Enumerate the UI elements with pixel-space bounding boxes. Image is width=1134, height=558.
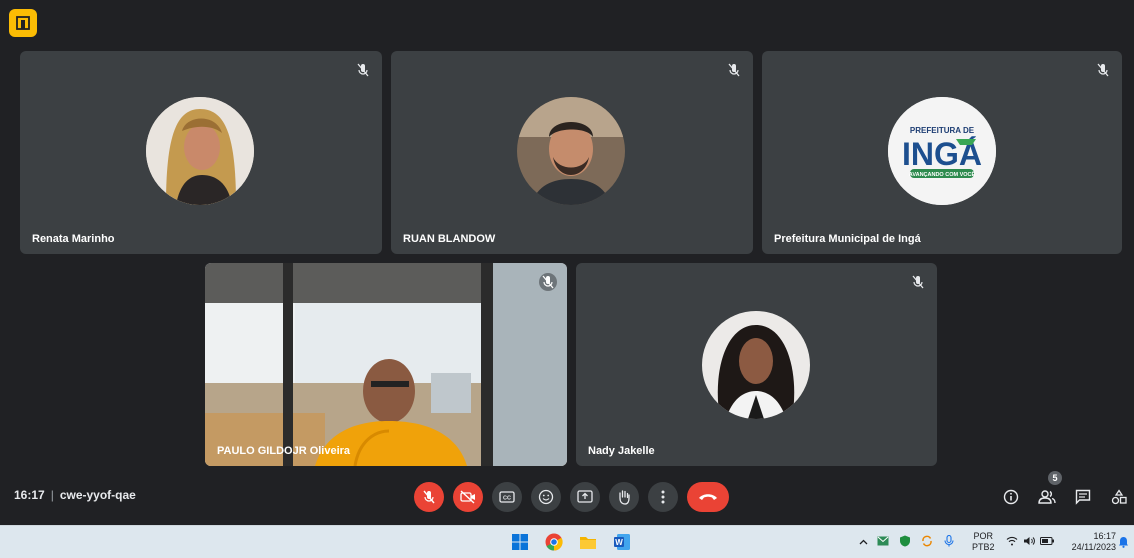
security-shield-icon[interactable]: [894, 535, 916, 550]
emoji-icon: [538, 489, 554, 505]
participant-tile-paulo[interactable]: PAULO GILDOJR Oliveira: [205, 263, 567, 466]
clock-date: 24/11/2023: [1071, 542, 1116, 552]
notification-bell-icon[interactable]: [1115, 533, 1131, 551]
windows-start-icon[interactable]: [509, 531, 531, 553]
participant-name: Nady Jakelle: [588, 445, 655, 457]
svg-text:W: W: [615, 538, 623, 547]
chevron-up-icon[interactable]: [854, 537, 872, 548]
battery-icon: [1038, 536, 1056, 548]
people-count-badge: 5: [1048, 471, 1062, 485]
more-options-icon: [661, 490, 665, 504]
avatar-prefeitura-logo: PREFEITURA DE INGÁ AVANÇANDO COM VOCÊ: [888, 97, 996, 205]
camera-toggle-button[interactable]: [453, 482, 483, 512]
avatar-nady: [702, 311, 810, 419]
meeting-time: 16:17: [14, 488, 45, 502]
end-call-icon: [699, 494, 717, 500]
chat-button[interactable]: [1073, 487, 1093, 507]
present-screen-button[interactable]: [570, 482, 600, 512]
mic-muted-icon: [539, 273, 557, 291]
more-options-button[interactable]: [648, 482, 678, 512]
svg-text:CC: CC: [503, 496, 511, 502]
people-icon: [1038, 490, 1056, 504]
raise-hand-button[interactable]: [609, 482, 639, 512]
participant-tile-ruan[interactable]: RUAN BLANDOW: [391, 51, 753, 254]
meeting-info: 16:17 | cwe-yyof-qae: [14, 488, 136, 502]
layout-code: PTB2: [972, 542, 995, 552]
avatar-ruan: [517, 97, 625, 205]
activities-button[interactable]: [1109, 487, 1129, 507]
mic-toggle-button[interactable]: [414, 482, 444, 512]
svg-text:PREFEITURA DE: PREFEITURA DE: [910, 126, 975, 135]
mic-muted-icon: [725, 61, 743, 79]
meeting-code[interactable]: cwe-yyof-qae: [60, 488, 136, 502]
meeting-app-icon[interactable]: [9, 9, 37, 37]
mic-muted-icon: [1094, 61, 1112, 79]
keyboard-language[interactable]: POR PTB2: [972, 531, 995, 553]
participant-tile-nady[interactable]: Nady Jakelle: [576, 263, 937, 466]
chrome-browser-icon[interactable]: [543, 531, 565, 553]
present-icon: [577, 490, 593, 503]
chat-icon: [1075, 489, 1091, 505]
file-explorer-icon[interactable]: [577, 531, 599, 553]
status-icons[interactable]: [1004, 526, 1056, 558]
clock-time: 16:17: [1093, 531, 1116, 541]
meeting-separator: |: [50, 488, 54, 502]
mic-off-icon: [423, 490, 435, 504]
word-app-icon[interactable]: W: [611, 531, 633, 553]
participant-name: PAULO GILDOJR Oliveira: [217, 445, 351, 457]
system-clock[interactable]: 16:17 24/11/2023: [1072, 531, 1116, 553]
system-tray: [854, 526, 960, 558]
control-bar: 16:17 | cwe-yyof-qae CC: [0, 475, 1134, 519]
meeting-details-button[interactable]: [1001, 487, 1021, 507]
wifi-icon: [1004, 536, 1020, 549]
info-icon: [1003, 489, 1019, 505]
participant-tile-prefeitura[interactable]: PREFEITURA DE INGÁ AVANÇANDO COM VOCÊ Pr…: [762, 51, 1122, 254]
people-button[interactable]: [1037, 487, 1057, 507]
sync-icon[interactable]: [916, 535, 938, 550]
language-code: POR: [973, 531, 994, 541]
camera-off-icon: [460, 490, 475, 504]
volume-icon: [1020, 536, 1038, 549]
participant-name: RUAN BLANDOW: [403, 233, 496, 245]
activities-icon: [1111, 489, 1127, 505]
emoji-reactions-button[interactable]: [531, 482, 561, 512]
participant-tile-renata[interactable]: Renata Marinho: [20, 51, 382, 254]
captions-button[interactable]: CC: [492, 482, 522, 512]
meet-window: Renata Marinho RUAN BLANDOW PREFEITURA D…: [0, 0, 1134, 523]
end-call-button[interactable]: [687, 482, 729, 512]
svg-text:AVANÇANDO COM VOCÊ: AVANÇANDO COM VOCÊ: [909, 170, 976, 178]
avatar-renata: [146, 97, 254, 205]
participant-name: Renata Marinho: [32, 233, 115, 245]
video-feed-paulo: [205, 263, 567, 466]
mic-muted-icon: [909, 273, 927, 291]
os-taskbar: W POR PTB2 16:17 24/11/2023: [0, 525, 1134, 558]
raise-hand-icon: [619, 490, 630, 505]
mic-muted-icon: [354, 61, 372, 79]
participant-name: Prefeitura Municipal de Ingá: [774, 233, 921, 245]
captions-icon: CC: [499, 491, 515, 503]
mail-icon[interactable]: [872, 536, 894, 549]
microphone-icon[interactable]: [938, 534, 960, 550]
